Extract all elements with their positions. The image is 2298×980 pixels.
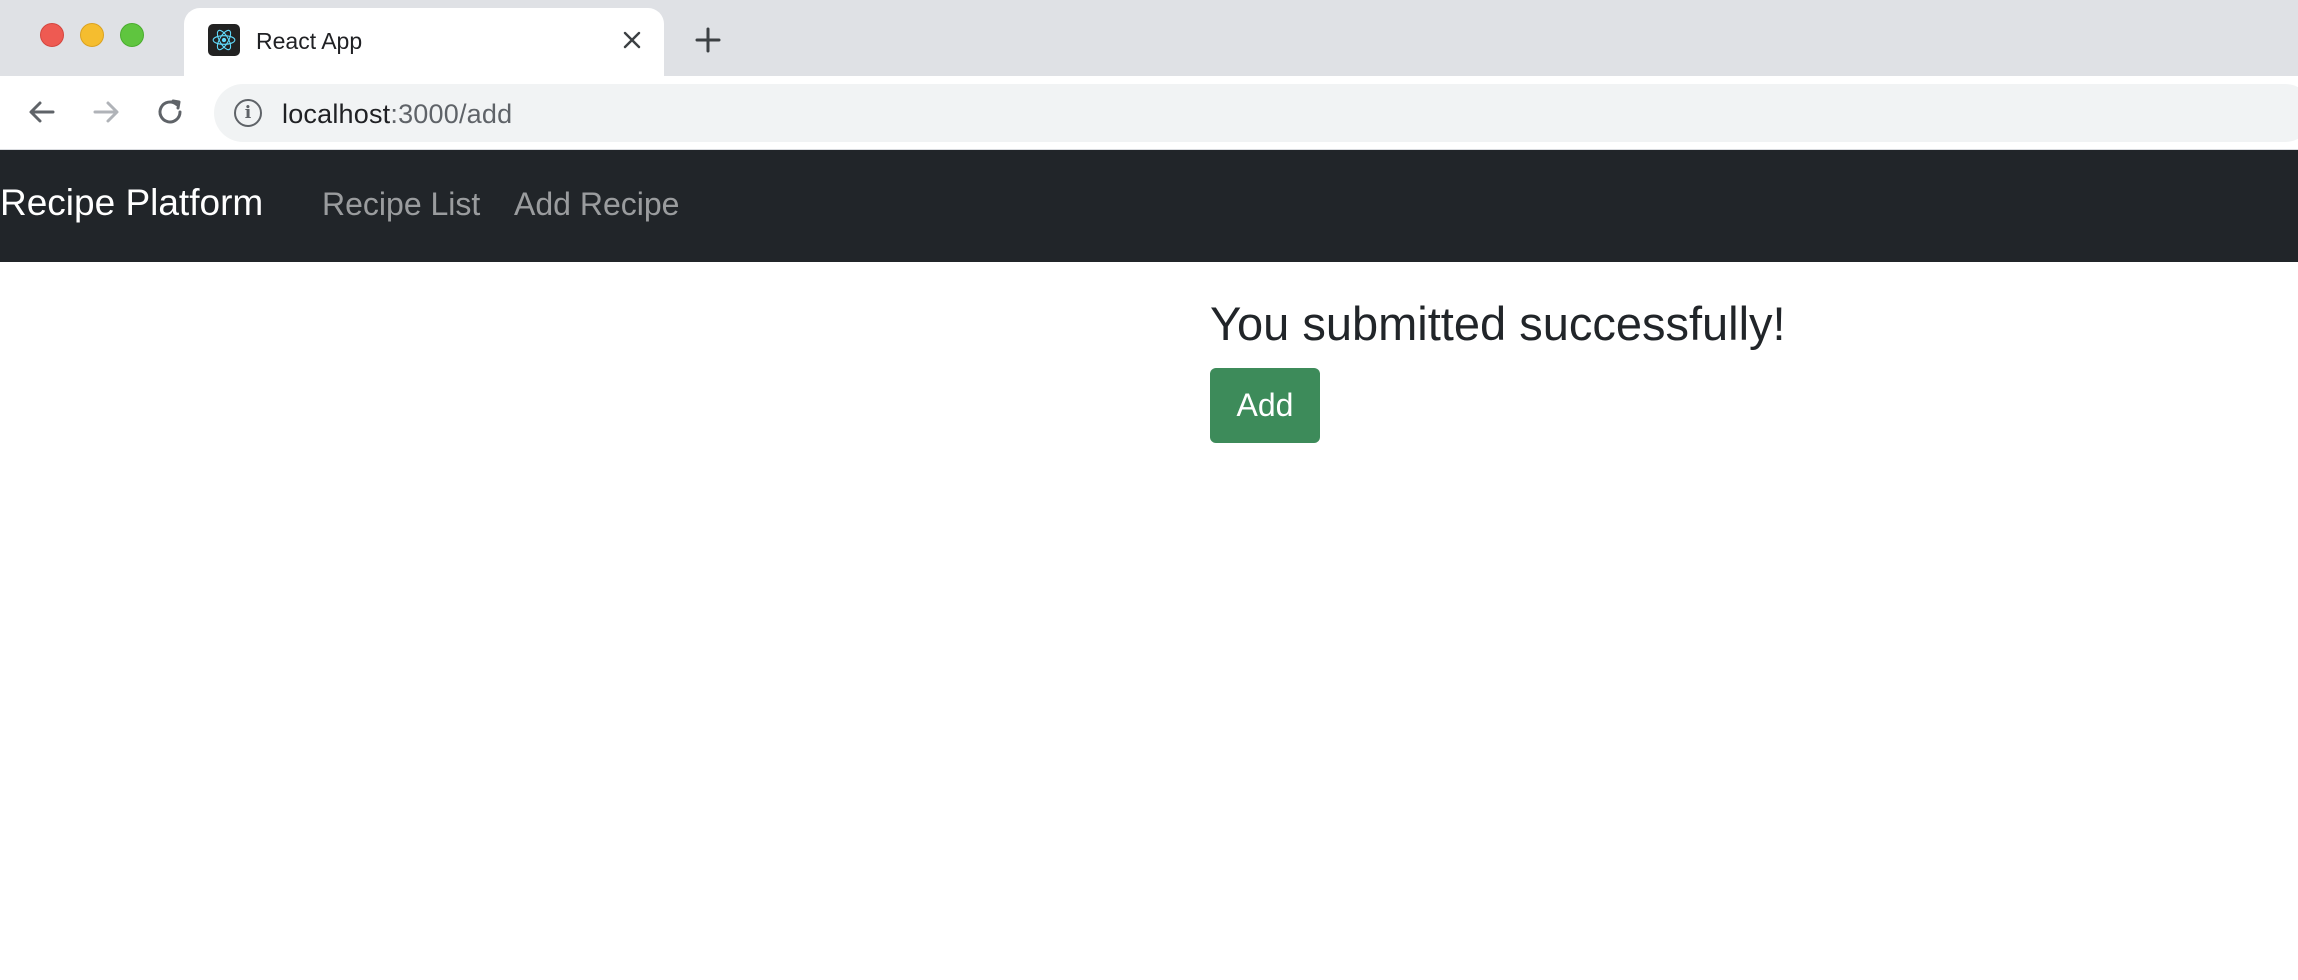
- minimize-window-button[interactable]: [80, 23, 104, 47]
- brand-link[interactable]: Recipe Platform: [0, 182, 263, 224]
- close-icon[interactable]: [616, 24, 648, 56]
- react-logo-icon: [208, 24, 240, 56]
- app-navbar: Recipe Platform Recipe List Add Recipe: [0, 150, 2298, 262]
- browser-tab[interactable]: React App: [184, 8, 664, 76]
- plus-icon[interactable]: [688, 20, 728, 60]
- forward-arrow-icon[interactable]: [86, 92, 126, 132]
- address-bar[interactable]: i localhost:3000/add: [214, 84, 2298, 142]
- add-button[interactable]: Add: [1210, 368, 1320, 443]
- maximize-window-button[interactable]: [120, 23, 144, 47]
- url-text[interactable]: localhost:3000/add: [282, 99, 512, 130]
- nav-link-add-recipe[interactable]: Add Recipe: [514, 186, 679, 223]
- tab-title: React App: [256, 28, 363, 54]
- nav-link-recipe-list[interactable]: Recipe List: [322, 186, 480, 223]
- tab-strip: React App: [0, 0, 2298, 76]
- reload-icon[interactable]: [150, 92, 190, 132]
- back-arrow-icon[interactable]: [22, 92, 62, 132]
- close-window-button[interactable]: [40, 23, 64, 47]
- success-message: You submitted successfully!: [1210, 297, 1786, 350]
- browser-toolbar: i localhost:3000/add: [0, 76, 2298, 150]
- info-icon[interactable]: i: [234, 99, 262, 127]
